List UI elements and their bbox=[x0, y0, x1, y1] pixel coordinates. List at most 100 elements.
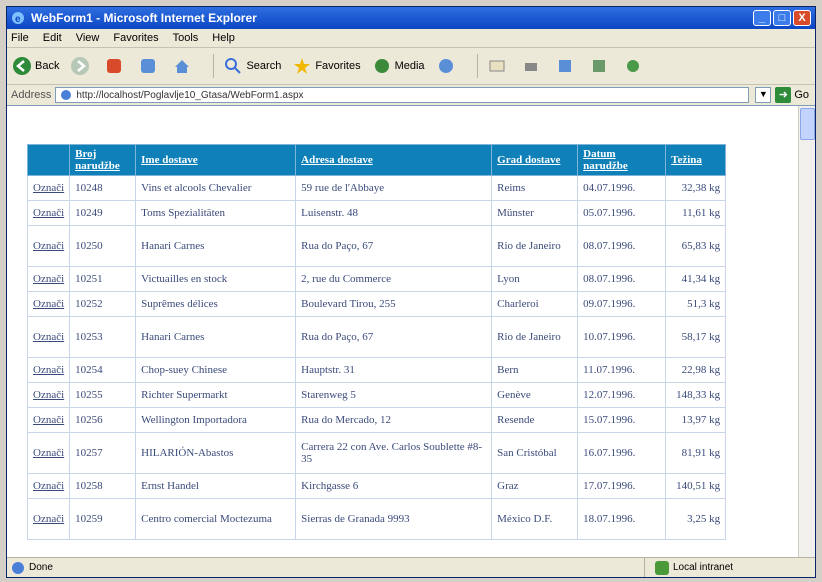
cell-broj: 10254 bbox=[69, 357, 137, 383]
cell-grad: Genève bbox=[491, 382, 579, 408]
cell-tezina: 58,17 kg bbox=[665, 316, 727, 358]
header-tezina[interactable]: Težina bbox=[665, 144, 727, 176]
cell-datum: 08.07.1996. bbox=[577, 266, 667, 292]
menu-edit[interactable]: Edit bbox=[43, 32, 62, 44]
history-button[interactable] bbox=[435, 55, 459, 77]
scrollbar-thumb[interactable] bbox=[800, 108, 815, 140]
home-button[interactable] bbox=[171, 55, 195, 77]
select-link[interactable]: Označi bbox=[33, 273, 64, 285]
cell-adresa: Rua do Paço, 67 bbox=[295, 225, 493, 267]
cell-tezina: 65,83 kg bbox=[665, 225, 727, 267]
cell-ime: Hanari Carnes bbox=[135, 225, 297, 267]
back-button[interactable]: Back bbox=[11, 55, 59, 77]
discuss-button[interactable] bbox=[588, 55, 612, 77]
table-row: Označi 10253 Hanari Carnes Rua do Paço, 67 R… bbox=[26, 316, 727, 358]
cell-tezina: 81,91 kg bbox=[665, 432, 727, 474]
cell-ime: Vins et alcools Chevalier bbox=[135, 175, 297, 201]
header-datum[interactable]: Datum narudžbe bbox=[577, 144, 667, 176]
media-button[interactable]: Media bbox=[371, 55, 425, 77]
table-row: Označi 10254 Chop-suey Chinese Hauptstr. 31… bbox=[26, 357, 727, 383]
favorites-label: Favorites bbox=[315, 60, 361, 72]
refresh-button[interactable] bbox=[137, 55, 161, 77]
cell-datum: 08.07.1996. bbox=[577, 225, 667, 267]
maximize-button[interactable]: □ bbox=[773, 10, 791, 26]
stop-button[interactable] bbox=[103, 55, 127, 77]
refresh-icon bbox=[137, 55, 159, 77]
table-row: Označi 10250 Hanari Carnes Rua do Paço, 67 R… bbox=[26, 225, 727, 267]
favorites-button[interactable]: Favorites bbox=[291, 55, 361, 77]
table-body: Označi 10248 Vins et alcools Chevalier 59 r… bbox=[26, 175, 727, 540]
cell-grad: Reims bbox=[491, 175, 579, 201]
chevron-down-icon[interactable]: ▼ bbox=[755, 87, 772, 103]
header-broj[interactable]: Broj narudžbe bbox=[69, 144, 137, 176]
select-link[interactable]: Označi bbox=[33, 240, 64, 252]
menu-view[interactable]: View bbox=[76, 32, 100, 44]
header-adresa[interactable]: Adresa dostave bbox=[295, 144, 493, 176]
cell-grad: Münster bbox=[491, 200, 579, 226]
cell-broj: 10258 bbox=[69, 473, 137, 499]
address-label: Address bbox=[11, 89, 52, 101]
address-url: http://localhost/Poglavlje10_Gtasa/WebFo… bbox=[76, 89, 304, 101]
toolbar-separator bbox=[476, 54, 478, 78]
mail-button[interactable] bbox=[486, 55, 510, 77]
menu-favorites[interactable]: Favorites bbox=[113, 32, 158, 44]
cell-tezina: 148,33 kg bbox=[665, 382, 727, 408]
select-link[interactable]: Označi bbox=[33, 364, 64, 376]
select-link[interactable]: Označi bbox=[33, 389, 64, 401]
forward-arrow-icon bbox=[69, 55, 91, 77]
close-button[interactable]: X bbox=[793, 10, 811, 26]
header-ime[interactable]: Ime dostave bbox=[135, 144, 297, 176]
print-button[interactable] bbox=[520, 55, 544, 77]
cell-adresa: Luisenstr. 48 bbox=[295, 200, 493, 226]
page-icon bbox=[61, 90, 72, 100]
cell-grad: San Cristóbal bbox=[491, 432, 579, 474]
menu-file[interactable]: File bbox=[11, 32, 29, 44]
go-label[interactable]: Go bbox=[794, 89, 809, 101]
zone-text: Local intranet bbox=[673, 562, 734, 573]
cell-broj: 10251 bbox=[69, 266, 137, 292]
menu-tools[interactable]: Tools bbox=[173, 32, 199, 44]
browser-window: e WebForm1 - Microsoft Internet Explorer… bbox=[6, 6, 816, 578]
select-link[interactable]: Označi bbox=[33, 414, 64, 426]
cell-grad: Charleroi bbox=[491, 291, 579, 317]
table-row: Označi 10252 Suprêmes délices Boulevard Tir… bbox=[26, 291, 727, 317]
select-cell: Označi bbox=[26, 225, 71, 267]
select-link[interactable]: Označi bbox=[33, 480, 64, 492]
select-cell: Označi bbox=[26, 432, 71, 474]
svg-text:e: e bbox=[15, 14, 21, 25]
address-input[interactable]: http://localhost/Poglavlje10_Gtasa/WebFo… bbox=[55, 87, 750, 103]
cell-grad: Resende bbox=[491, 407, 579, 433]
select-link[interactable]: Označi bbox=[33, 447, 64, 459]
go-arrow-icon[interactable]: ➜ bbox=[775, 87, 792, 103]
cell-ime: Wellington Importadora bbox=[135, 407, 297, 433]
messenger-button[interactable] bbox=[622, 55, 646, 77]
header-grad[interactable]: Grad dostave bbox=[491, 144, 579, 176]
cell-ime: Hanari Carnes bbox=[135, 316, 297, 358]
cell-broj: 10256 bbox=[69, 407, 137, 433]
select-link[interactable]: Označi bbox=[33, 182, 64, 194]
cell-adresa: Starenweg 5 bbox=[295, 382, 493, 408]
select-link[interactable]: Označi bbox=[33, 513, 64, 525]
forward-button[interactable] bbox=[69, 55, 93, 77]
select-link[interactable]: Označi bbox=[33, 331, 64, 343]
menu-help[interactable]: Help bbox=[212, 32, 235, 44]
vertical-scrollbar[interactable] bbox=[798, 106, 815, 558]
history-icon bbox=[435, 55, 457, 77]
select-cell: Označi bbox=[26, 357, 71, 383]
messenger-icon bbox=[622, 55, 644, 77]
minimize-button[interactable]: _ bbox=[753, 10, 771, 26]
search-icon bbox=[222, 55, 244, 77]
select-cell: Označi bbox=[26, 175, 71, 201]
search-button[interactable]: Search bbox=[222, 55, 281, 77]
page-content: Broj narudžbe Ime dostave Adresa dostave… bbox=[7, 105, 815, 558]
cell-datum: 11.07.1996. bbox=[577, 357, 667, 383]
cell-datum: 15.07.1996. bbox=[577, 407, 667, 433]
select-link[interactable]: Označi bbox=[33, 298, 64, 310]
header-select bbox=[26, 144, 71, 176]
cell-grad: Graz bbox=[491, 473, 579, 499]
edit-button[interactable] bbox=[554, 55, 578, 77]
select-cell: Označi bbox=[26, 291, 71, 317]
select-link[interactable]: Označi bbox=[33, 207, 64, 219]
cell-broj: 10252 bbox=[69, 291, 137, 317]
toolbar: Back Search Favorites Media bbox=[7, 48, 815, 85]
